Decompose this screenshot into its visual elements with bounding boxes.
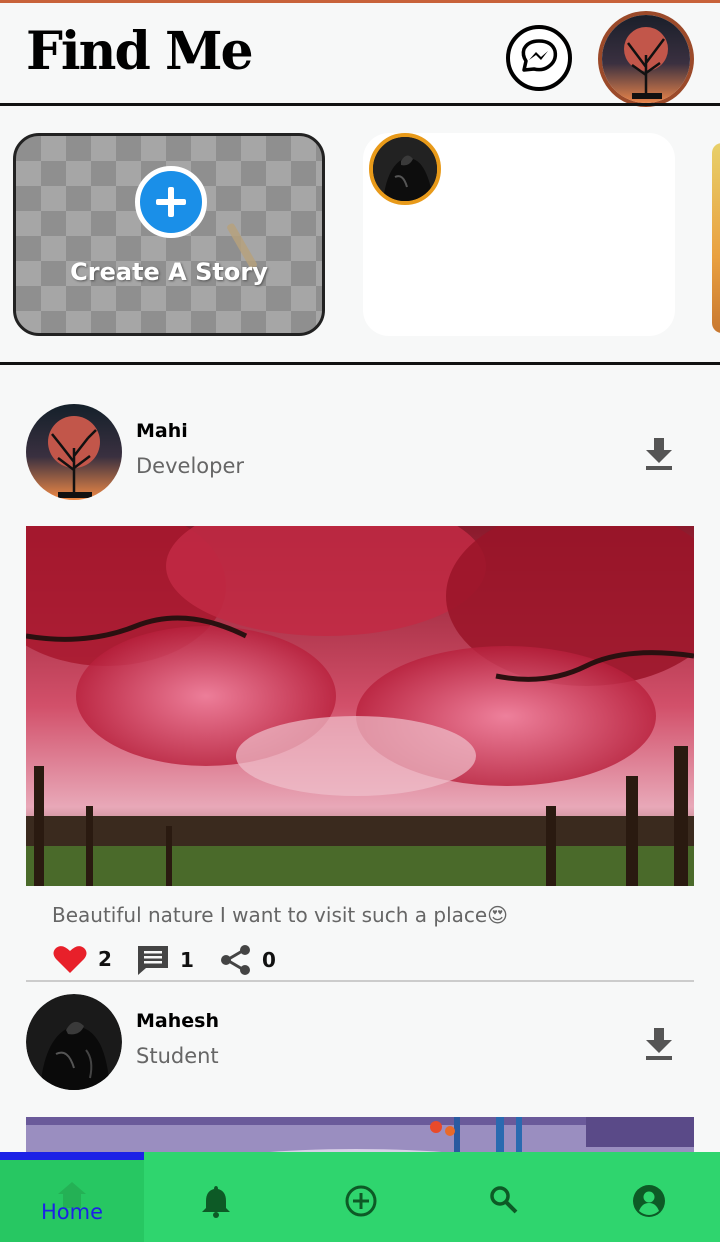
- post-author-name[interactable]: Mahi: [136, 420, 188, 442]
- comment-count: 1: [180, 948, 194, 972]
- post-header: Mahesh Student: [0, 988, 720, 1098]
- download-button[interactable]: [644, 1026, 674, 1060]
- avatar[interactable]: [26, 404, 122, 500]
- share-icon: [221, 945, 250, 975]
- add-circle-icon: [135, 166, 207, 238]
- nav-home-label: Home: [40, 1200, 103, 1224]
- comment-icon: [138, 946, 168, 975]
- nav-add-post[interactable]: [288, 1160, 432, 1242]
- comment-button[interactable]: 1: [136, 944, 194, 976]
- post-caption: Beautiful nature I want to visit such a …: [52, 903, 509, 927]
- messenger-button[interactable]: [506, 25, 572, 91]
- nav-search[interactable]: [432, 1160, 576, 1242]
- download-icon: [646, 438, 672, 470]
- story-card-partial[interactable]: [712, 143, 720, 333]
- account-icon: [633, 1185, 665, 1217]
- post-author-role: Developer: [136, 454, 245, 478]
- nav-notifications[interactable]: [144, 1160, 288, 1242]
- post-divider: [26, 980, 694, 982]
- header-divider: [0, 103, 720, 106]
- download-icon: [646, 1028, 672, 1060]
- like-button[interactable]: 2: [52, 944, 112, 974]
- stories-divider: [0, 362, 720, 365]
- create-story-card[interactable]: Create A Story: [13, 133, 325, 336]
- post-author-name[interactable]: Mahesh: [136, 1010, 219, 1032]
- like-count: 2: [98, 947, 112, 971]
- nav-profile[interactable]: [576, 1160, 720, 1242]
- share-count: 0: [262, 948, 276, 972]
- app-title: Find Me: [26, 21, 254, 82]
- post-header: Mahi Developer: [0, 398, 720, 508]
- bell-icon: [202, 1186, 230, 1218]
- add-circle-icon: [345, 1185, 377, 1217]
- messenger-icon: [521, 39, 558, 72]
- app-header: Find Me: [0, 3, 720, 107]
- profile-avatar[interactable]: [598, 11, 694, 107]
- stories-row: Create A Story: [0, 107, 720, 363]
- create-story-label: Create A Story: [70, 258, 268, 286]
- bottom-navigation: Home: [0, 1152, 720, 1242]
- download-button[interactable]: [644, 436, 674, 470]
- avatar[interactable]: [26, 994, 122, 1090]
- search-icon: [490, 1186, 518, 1214]
- share-button[interactable]: 0: [220, 944, 276, 976]
- heart-icon: [53, 946, 87, 973]
- story-card[interactable]: [363, 133, 675, 336]
- post-image[interactable]: [26, 526, 694, 886]
- post-author-role: Student: [136, 1044, 219, 1068]
- nav-active-indicator: [0, 1152, 144, 1160]
- story-avatar[interactable]: [369, 133, 441, 205]
- nav-home[interactable]: Home: [0, 1160, 144, 1242]
